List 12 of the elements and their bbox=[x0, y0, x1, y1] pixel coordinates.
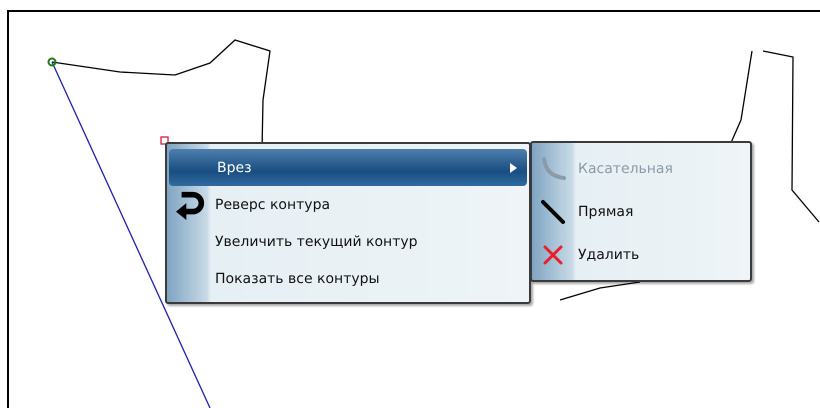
menu-item[interactable]: Удалить bbox=[532, 233, 750, 276]
return-arrow-icon bbox=[176, 190, 206, 220]
start-point bbox=[48, 58, 56, 66]
menu-item[interactable]: Увеличить текущий контур bbox=[167, 223, 529, 260]
delete-cross-icon bbox=[542, 244, 564, 266]
menu-item[interactable]: Прямая bbox=[532, 190, 750, 233]
menu-item[interactable]: Реверс контура bbox=[167, 186, 529, 223]
arc-icon bbox=[540, 156, 566, 182]
diagonal-line-icon bbox=[540, 198, 566, 224]
menu-item[interactable]: Врез bbox=[169, 149, 527, 186]
point-marker bbox=[160, 136, 169, 145]
menu-item[interactable]: Показать все контуры bbox=[167, 260, 529, 297]
